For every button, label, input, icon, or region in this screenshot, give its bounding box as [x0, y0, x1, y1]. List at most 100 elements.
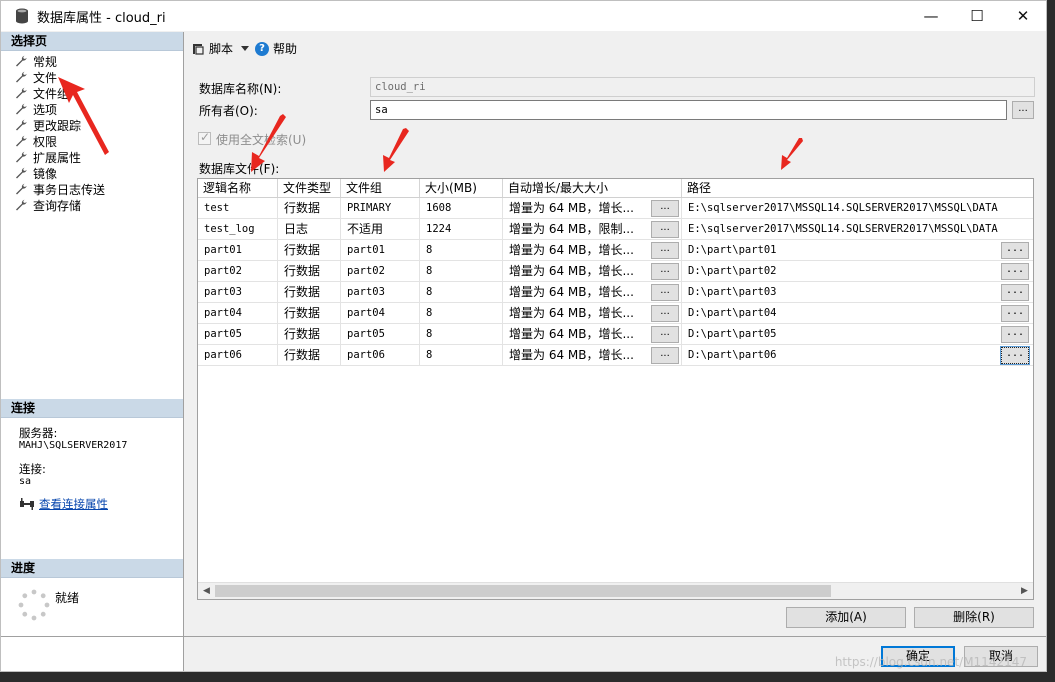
fulltext-checkbox[interactable]	[198, 130, 211, 145]
path-browse-button[interactable]: ...	[1001, 326, 1029, 343]
owner-browse-button[interactable]: ...	[1012, 101, 1034, 119]
page-item-permissions[interactable]: 权限	[15, 133, 183, 149]
scrollbar-thumb[interactable]	[215, 585, 831, 597]
cell-size[interactable]: 8	[420, 240, 503, 260]
column-header-logical-name[interactable]: 逻辑名称	[198, 179, 278, 197]
column-header-autogrowth[interactable]: 自动增长/最大大小	[503, 179, 682, 197]
path-browse-button[interactable]: ...	[1000, 346, 1030, 365]
minimize-button[interactable]: —	[908, 1, 954, 31]
page-item-filegroups[interactable]: 文件组	[15, 85, 183, 101]
script-button[interactable]: 脚本	[191, 40, 233, 57]
autogrowth-edit-button[interactable]: ...	[651, 347, 679, 364]
cell-logical-name[interactable]: part03	[198, 282, 278, 302]
path-browse-button[interactable]: ...	[1001, 242, 1029, 259]
page-item-extended-properties[interactable]: 扩展属性	[15, 149, 183, 165]
db-files-label: 数据库文件(F):	[199, 162, 280, 176]
cell-autogrowth-text: 增量为 64 MB，增长...	[509, 243, 634, 257]
scroll-left-icon[interactable]: ◀	[198, 583, 215, 599]
cell-file-type: 行数据	[278, 261, 341, 281]
path-browse-button[interactable]: ...	[1001, 284, 1029, 301]
cell-size[interactable]: 8	[420, 324, 503, 344]
cell-path: D:\part\part02...	[682, 261, 1031, 281]
column-header-size[interactable]: 大小(MB)	[420, 179, 503, 197]
maximize-button[interactable]: ☐	[954, 1, 1000, 31]
cell-logical-name[interactable]: part06	[198, 345, 278, 365]
add-button[interactable]: 添加(A)	[786, 607, 906, 628]
table-row[interactable]: test 行数据 PRIMARY 1608 增量为 64 MB，增长......…	[198, 198, 1033, 219]
cell-path-text: D:\part\part03	[688, 286, 777, 298]
cell-size[interactable]: 8	[420, 282, 503, 302]
owner-field[interactable]: sa	[370, 100, 1007, 120]
cell-path-text: D:\part\part05	[688, 328, 777, 340]
cell-path-text: D:\part\part02	[688, 265, 777, 277]
cell-autogrowth: 增量为 64 MB，增长......	[503, 261, 682, 281]
autogrowth-edit-button[interactable]: ...	[651, 221, 679, 238]
page-item-general[interactable]: 常规	[15, 53, 183, 69]
path-browse-button[interactable]: ...	[1001, 263, 1029, 280]
table-row[interactable]: part01 行数据 part01 8 增量为 64 MB，增长...... D…	[198, 240, 1033, 261]
cell-path: D:\part\part04...	[682, 303, 1031, 323]
window-title: 数据库属性 - cloud_ri	[37, 10, 166, 26]
close-button[interactable]: ✕	[1000, 1, 1046, 31]
cell-logical-name[interactable]: test	[198, 198, 278, 218]
table-row[interactable]: part02 行数据 part02 8 增量为 64 MB，增长...... D…	[198, 261, 1033, 282]
autogrowth-edit-button[interactable]: ...	[651, 305, 679, 322]
cell-autogrowth: 增量为 64 MB，增长......	[503, 282, 682, 302]
cell-filegroup: PRIMARY	[341, 198, 420, 218]
progress-spinner-icon	[18, 589, 50, 621]
table-row[interactable]: part03 行数据 part03 8 增量为 64 MB，增长...... D…	[198, 282, 1033, 303]
cell-logical-name[interactable]: part02	[198, 261, 278, 281]
database-properties-window: 数据库属性 - cloud_ri — ☐ ✕ 选择页 常规 文件 文件组 选项 …	[0, 0, 1047, 672]
cell-size[interactable]: 8	[420, 345, 503, 365]
page-item-change-tracking[interactable]: 更改跟踪	[15, 117, 183, 133]
table-row[interactable]: part04 行数据 part04 8 增量为 64 MB，增长...... D…	[198, 303, 1033, 324]
column-header-file-type[interactable]: 文件类型	[278, 179, 341, 197]
table-row[interactable]: test_log 日志 不适用 1224 增量为 64 MB，限制...... …	[198, 219, 1033, 240]
page-item-options[interactable]: 选项	[15, 101, 183, 117]
cell-logical-name[interactable]: part01	[198, 240, 278, 260]
page-item-query-store[interactable]: 查询存储	[15, 197, 183, 213]
cell-logical-name[interactable]: part04	[198, 303, 278, 323]
cell-logical-name[interactable]: test_log	[198, 219, 278, 239]
horizontal-scrollbar[interactable]: ◀ ▶	[198, 582, 1033, 599]
remove-button[interactable]: 删除(R)	[914, 607, 1034, 628]
cell-size[interactable]: 1224	[420, 219, 503, 239]
cell-filegroup: part06	[341, 345, 420, 365]
path-browse-button[interactable]: ...	[1001, 305, 1029, 322]
cell-autogrowth-text: 增量为 64 MB，增长...	[509, 348, 634, 362]
cell-path: D:\part\part06...	[682, 345, 1031, 365]
column-header-filegroup[interactable]: 文件组	[341, 179, 420, 197]
table-row[interactable]: part06 行数据 part06 8 增量为 64 MB，增长...... D…	[198, 345, 1033, 366]
select-page-header: 选择页	[1, 32, 183, 51]
database-icon	[15, 8, 29, 24]
scroll-right-icon[interactable]: ▶	[1016, 583, 1033, 599]
grid-header: 逻辑名称 文件类型 文件组 大小(MB) 自动增长/最大大小 路径	[198, 179, 1033, 198]
page-item-label: 更改跟踪	[33, 118, 82, 133]
page-item-label: 事务日志传送	[33, 182, 106, 197]
autogrowth-edit-button[interactable]: ...	[651, 263, 679, 280]
view-connection-properties-link[interactable]: 查看连接属性	[39, 496, 108, 512]
connection-section: 连接 服务器: MAHJ\SQLSERVER2017 连接: sa 查看连接属性	[1, 399, 183, 512]
progress-section: 进度 就绪	[1, 559, 183, 621]
table-row[interactable]: part05 行数据 part05 8 增量为 64 MB，增长...... D…	[198, 324, 1033, 345]
cell-logical-name[interactable]: part05	[198, 324, 278, 344]
content-pane: 脚本 ? 帮助 数据库名称(N): cloud_ri 所有者(O): sa ..…	[1, 32, 1046, 671]
connection-icon	[20, 498, 34, 510]
autogrowth-edit-button[interactable]: ...	[651, 200, 679, 217]
column-header-path[interactable]: 路径	[682, 179, 1031, 197]
cell-size[interactable]: 1608	[420, 198, 503, 218]
autogrowth-edit-button[interactable]: ...	[651, 284, 679, 301]
page-item-files[interactable]: 文件	[15, 69, 183, 85]
cell-autogrowth-text: 增量为 64 MB，增长...	[509, 201, 634, 215]
server-value: MAHJ\SQLSERVER2017	[19, 440, 128, 451]
watermark: https://blog.csdn.net/M1142147	[834, 655, 1027, 669]
cell-size[interactable]: 8	[420, 261, 503, 281]
help-button[interactable]: ? 帮助	[255, 40, 297, 57]
cell-path: E:\sqlserver2017\MSSQL14.SQLSERVER2017\M…	[688, 223, 998, 235]
cell-size[interactable]: 8	[420, 303, 503, 323]
autogrowth-edit-button[interactable]: ...	[651, 326, 679, 343]
script-dropdown[interactable]	[241, 46, 250, 51]
page-item-mirroring[interactable]: 镜像	[15, 165, 183, 181]
autogrowth-edit-button[interactable]: ...	[651, 242, 679, 259]
page-item-log-shipping[interactable]: 事务日志传送	[15, 181, 183, 197]
